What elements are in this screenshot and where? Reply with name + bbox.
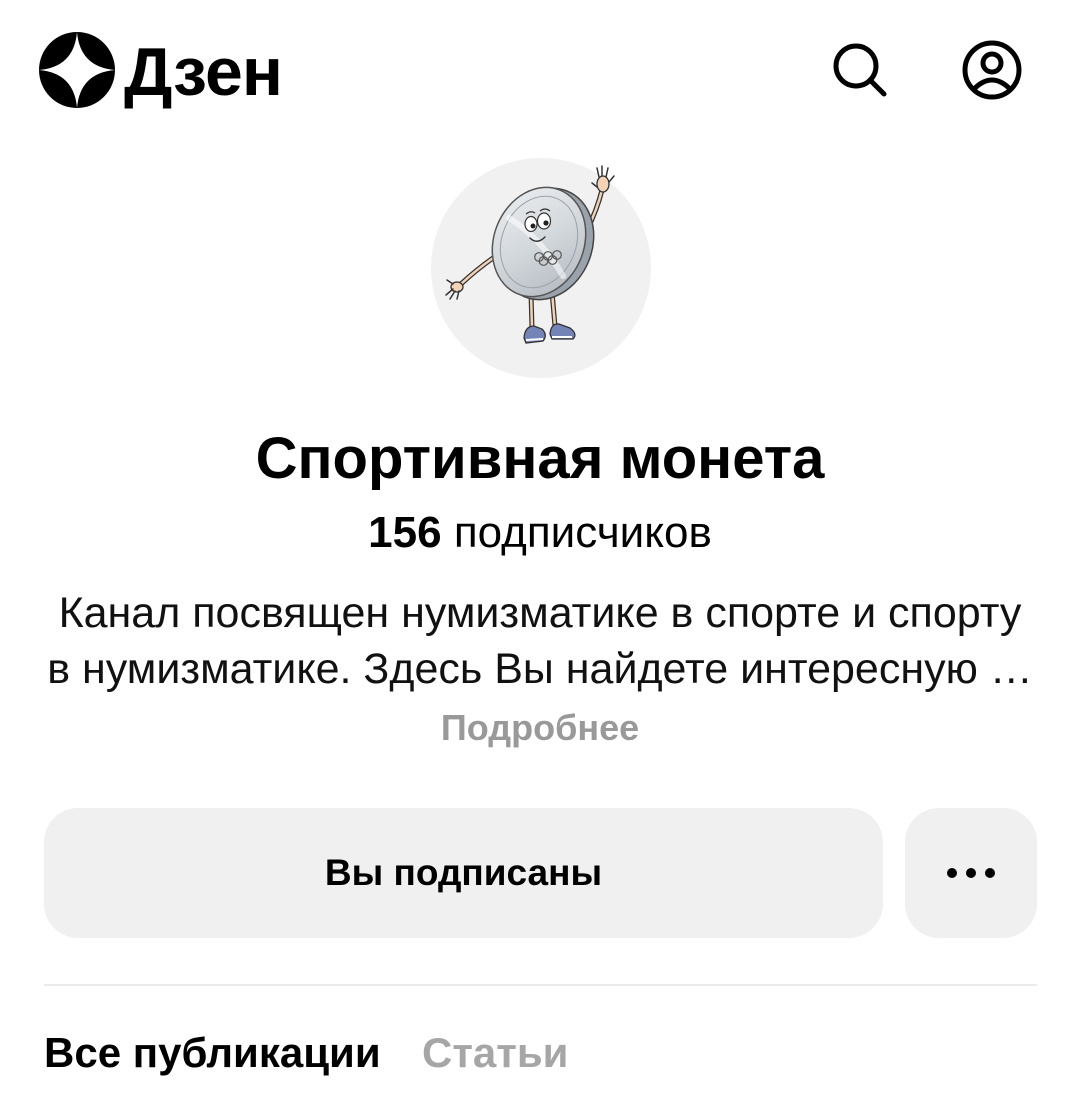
- channel-description-line-1: Канал посвящен нумизматике в спорте и сп…: [58, 589, 1022, 637]
- subscribed-button-label: Вы подписаны: [324, 852, 603, 893]
- tab-all-publications[interactable]: Все публикации: [44, 1032, 381, 1074]
- search-button[interactable]: [828, 38, 892, 102]
- subscribers-count: 156 подписчиков: [0, 511, 1080, 555]
- subscribers-label: подписчиков: [453, 508, 712, 557]
- channel-name: Спортивная монета: [255, 426, 825, 491]
- dzen-logo-icon[interactable]: [38, 31, 116, 109]
- coin-mascot-avatar: [445, 165, 615, 344]
- mascot-shoes: [523, 323, 576, 344]
- logo-text[interactable]: Дзен: [124, 38, 283, 106]
- profile-button[interactable]: [960, 38, 1024, 102]
- channel-description-line-2: в нумизматике. Здесь Вы найдете интересн…: [47, 645, 1033, 693]
- more-details-link[interactable]: Подробнее: [440, 710, 640, 746]
- subscribed-button[interactable]: Вы подписаны: [44, 808, 883, 938]
- divider: [44, 984, 1037, 986]
- profile-icon: [962, 40, 1022, 100]
- mascot-left-arm: [445, 255, 496, 300]
- more-dots-icon: [947, 868, 995, 878]
- mascot-coin: [491, 186, 595, 301]
- more-options-button[interactable]: [905, 808, 1037, 938]
- subscribers-number: 156: [368, 508, 442, 557]
- search-icon: [833, 43, 887, 97]
- tab-articles[interactable]: Статьи: [422, 1032, 568, 1074]
